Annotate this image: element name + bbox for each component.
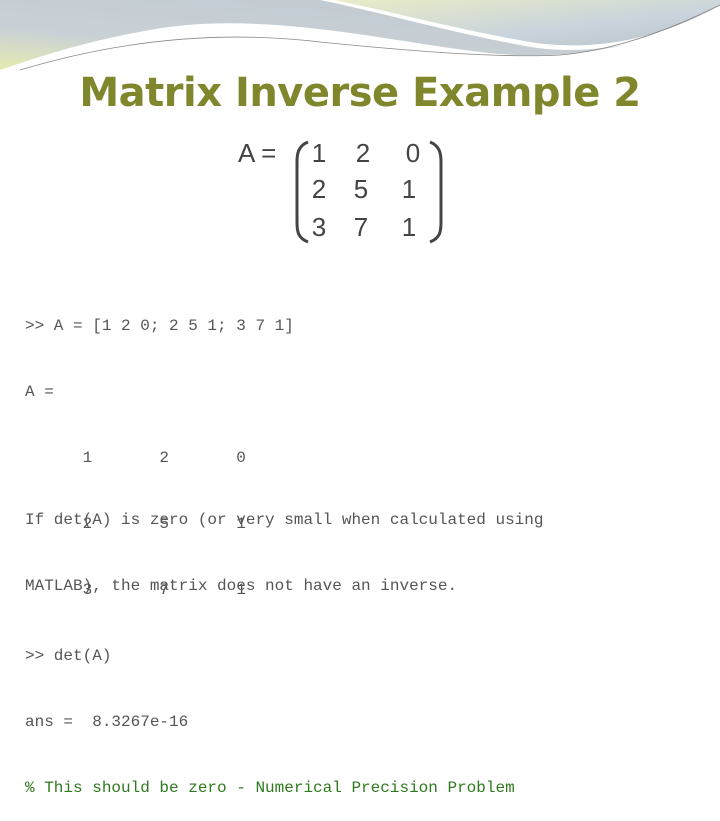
note-paragraph: If det(A) is zero (or very small when ca… <box>25 465 543 619</box>
matrix-label: A = <box>238 138 277 168</box>
background-swoosh <box>0 0 720 71</box>
code-line: >> det(A) <box>25 647 112 665</box>
matrix-cell: 7 <box>353 212 369 242</box>
matrix-cell: 1 <box>311 138 327 168</box>
code-line: >> A = [1 2 0; 2 5 1; 3 7 1] <box>25 317 294 335</box>
matrix-cell: 1 <box>401 174 417 204</box>
right-paren <box>429 140 443 244</box>
code-comment: % This should be zero - Numerical Precis… <box>25 779 515 797</box>
matrix-cell: 2 <box>355 138 371 168</box>
code-line: A = <box>25 383 54 401</box>
matrix-cell: 5 <box>353 174 369 204</box>
matrix-cell: 1 <box>401 212 417 242</box>
note-line: If det(A) is zero (or very small when ca… <box>25 511 544 529</box>
matrix-cell: 2 <box>311 174 327 204</box>
matrix-cell: 0 <box>405 138 421 168</box>
slide-title: Matrix Inverse Example 2 <box>79 70 641 116</box>
matrix-cell: 3 <box>311 212 327 242</box>
note-line: MATLAB), the matrix does not have an inv… <box>25 577 458 595</box>
code-line: ans = 8.3267e-16 <box>25 713 189 731</box>
